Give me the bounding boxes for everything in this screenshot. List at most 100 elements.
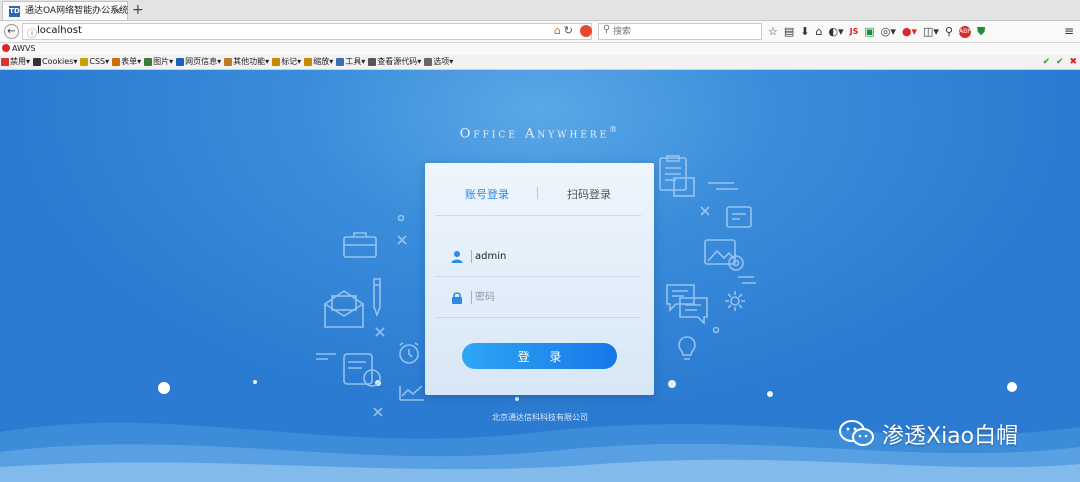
bookmark-star-icon[interactable]: ☆ — [768, 25, 778, 38]
reload-icon[interactable]: ↻ — [564, 24, 573, 37]
tab-qrcode-login[interactable]: 扫码登录 — [567, 186, 611, 202]
devtool-item-label: 禁用▾ — [10, 57, 31, 66]
login-button[interactable]: 登 录 — [462, 343, 617, 369]
login-page: Office Anywhere® 账号登录 扫码登录 登 录 北京通达信科科技有… — [0, 70, 1080, 482]
web-developer-items: 禁用▾ Cookies▾ CSS▾ 表单▾ 图片▾ 网页信息▾ 其他功能▾ 标记▾ 缩放▾ 工具▾… — [1, 55, 453, 69]
dash-line-2-icon — [738, 276, 756, 284]
devtool-menu-item[interactable]: 标记▾ — [272, 55, 301, 69]
devtool-menu-item[interactable]: CSS▾ — [80, 55, 109, 69]
ublock-icon[interactable] — [580, 25, 592, 37]
bookmark-awvs-label: AWVS — [12, 44, 36, 53]
chart-line-icon — [399, 385, 424, 401]
devtool-item-label: 查看源代码▾ — [377, 57, 422, 66]
info-icon[interactable]: ⓘ — [27, 25, 37, 40]
sync-icon[interactable]: ◐▾ — [828, 25, 843, 38]
password-input[interactable] — [475, 288, 625, 306]
login-tabs: 账号登录 扫码登录 — [435, 163, 641, 216]
cross-decor-4-icon — [700, 206, 710, 216]
hamburger-menu-icon[interactable]: ≡ — [1064, 24, 1074, 38]
cross-decor-2-icon — [375, 327, 385, 337]
devtool-item-label: 图片▾ — [153, 57, 174, 66]
id-card-icon — [726, 206, 752, 228]
login-card: 账号登录 扫码登录 登 录 — [425, 163, 654, 395]
toolbar-icons: ☆ ▤ ⬇ ⌂ ◐▾ JS ▣ ◎▾ ●▾ ◫▾ ⚲ ABP ⛊ — [768, 23, 985, 40]
dot-decor-2-icon — [712, 326, 720, 334]
devtool-item-icon — [336, 58, 345, 66]
devtool-item-label: 缩放▾ — [313, 57, 334, 66]
screenshot-icon[interactable]: ▣ — [864, 25, 874, 38]
lightbulb-icon — [678, 336, 696, 360]
new-tab-button[interactable]: + — [132, 1, 144, 19]
container-icon[interactable]: ◫▾ — [923, 25, 939, 38]
devtool-item-icon — [176, 58, 185, 66]
history-icon[interactable]: ◎▾ — [881, 25, 896, 38]
devtool-menu-item[interactable]: 网页信息▾ — [176, 55, 221, 69]
css-valid-icon[interactable]: ✔ — [1043, 57, 1051, 67]
devtool-item-icon — [304, 58, 313, 66]
browser-tab-strip: TD 通达OA网络智能办公系统 × + — [0, 0, 1080, 21]
lock-icon — [452, 292, 462, 304]
devtool-menu-item[interactable]: 缩放▾ — [304, 55, 333, 69]
devtool-item-label: 标记▾ — [281, 57, 302, 66]
devtool-menu-item[interactable]: 选项▾ — [424, 55, 453, 69]
wechat-icon — [839, 420, 874, 446]
error-icon[interactable]: ✖ — [1069, 57, 1077, 67]
search-bar[interactable]: ⚲ — [598, 23, 762, 40]
pen-icon — [373, 278, 381, 318]
devtool-menu-item[interactable]: 禁用▾ — [1, 55, 30, 69]
proxy-icon[interactable]: ●▾ — [902, 25, 917, 38]
browser-tab[interactable]: TD 通达OA网络智能办公系统 × — [2, 1, 128, 20]
username-separator — [471, 250, 472, 263]
devtool-menu-item[interactable]: 表单▾ — [112, 55, 141, 69]
devtool-item-label: Cookies▾ — [42, 57, 78, 66]
home-icon[interactable]: ⌂ — [554, 24, 561, 37]
close-tab-icon[interactable]: × — [113, 2, 122, 20]
devtool-item-label: 选项▾ — [433, 57, 454, 66]
devtool-menu-item[interactable]: 图片▾ — [144, 55, 173, 69]
devtool-menu-item[interactable]: Cookies▾ — [33, 55, 77, 69]
shield-icon[interactable]: ⛊ — [977, 25, 985, 39]
tab-account-login[interactable]: 账号登录 — [465, 186, 509, 202]
username-row — [435, 236, 641, 277]
devtool-item-icon — [368, 58, 377, 66]
search-input[interactable] — [613, 25, 753, 38]
mail-icon — [324, 290, 364, 328]
username-input[interactable] — [475, 247, 625, 265]
js-valid-icon[interactable]: ✔ — [1056, 57, 1064, 67]
url-bar[interactable]: ⓘ localhost ⌂ ↻ — [22, 23, 592, 40]
devtool-item-icon — [224, 58, 233, 66]
dash-line-icon — [708, 182, 738, 190]
zoom-icon[interactable]: ⚲ — [945, 25, 953, 38]
user-icon — [451, 251, 463, 263]
password-separator — [471, 291, 472, 304]
devtool-menu-item[interactable]: 其他功能▾ — [224, 55, 269, 69]
devtool-item-label: 表单▾ — [121, 57, 142, 66]
tab-separator — [537, 187, 538, 199]
wechat-watermark: 渗透Xiao白帽 — [838, 418, 1018, 450]
password-row — [435, 277, 641, 318]
adblock-icon[interactable]: ABP — [959, 25, 971, 38]
devtool-menu-item[interactable]: 查看源代码▾ — [368, 55, 421, 69]
back-button[interactable]: ← — [4, 24, 19, 39]
favicon-icon: TD — [9, 6, 20, 17]
devtool-item-icon — [33, 58, 42, 66]
reading-list-icon[interactable]: ▤ — [784, 25, 794, 38]
devtool-item-icon — [112, 58, 121, 66]
briefcase-icon — [343, 232, 377, 258]
home-button-icon[interactable]: ⌂ — [816, 25, 823, 38]
devtool-menu-item[interactable]: 工具▾ — [336, 55, 365, 69]
devtool-item-label: 其他功能▾ — [233, 57, 270, 66]
devtool-item-icon — [1, 58, 9, 66]
js-toggle-icon[interactable]: JS — [850, 27, 859, 36]
download-icon[interactable]: ⬇ — [800, 25, 809, 38]
bookmark-awvs[interactable]: AWVS — [2, 43, 36, 55]
devtool-item-icon — [272, 58, 281, 66]
devtool-item-label: CSS▾ — [89, 57, 110, 66]
awvs-icon — [2, 44, 10, 52]
devtool-item-label: 网页信息▾ — [185, 57, 222, 66]
devtool-item-label: 工具▾ — [345, 57, 366, 66]
dot-decor-icon — [397, 214, 405, 222]
brand-title: Office Anywhere® — [0, 125, 1080, 141]
validation-status: ✔ ✔ ✖ — [1040, 55, 1077, 69]
devtool-item-icon — [80, 58, 89, 66]
